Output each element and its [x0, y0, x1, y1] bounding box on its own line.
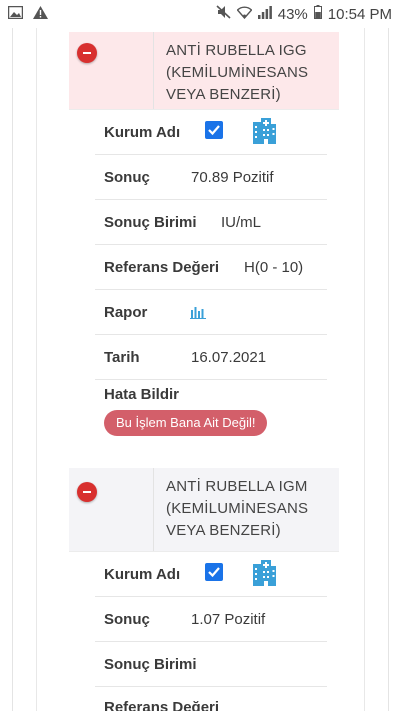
row-kurum: Kurum Adı — [95, 552, 327, 597]
status-bar: 43% 10:54 PM — [0, 0, 400, 28]
result-card: ANTİ RUBELLA IGG (KEMİLUMİNESANS VEYA BE… — [69, 32, 339, 454]
tarih-value: 16.07.2021 — [191, 349, 267, 366]
row-referans: Referans Değeri H(0 - 10) — [95, 245, 327, 290]
divider — [388, 28, 389, 711]
divider — [12, 28, 13, 711]
signal-icon — [257, 5, 272, 23]
referans-value: H(0 - 10) — [244, 259, 304, 276]
test-name: ANTİ RUBELLA IGM (KEMİLUMİNESANS VEYA BE… — [166, 478, 309, 539]
row-sonuc: Sonuç 70.89 Pozitif — [95, 155, 327, 200]
hata-bildir-label: Hata Bildir — [104, 386, 180, 403]
sonuc-birimi-value: IU/mL — [221, 214, 262, 231]
divider — [36, 28, 37, 711]
kurum-label: Kurum Adı — [104, 124, 181, 141]
row-referans: Referans Değeri — [95, 687, 327, 711]
result-card-header[interactable]: ANTİ RUBELLA IGG (KEMİLUMİNESANS VEYA BE… — [69, 32, 339, 110]
row-kurum: Kurum Adı — [95, 110, 327, 155]
mute-icon — [216, 5, 231, 23]
collapse-remove-button[interactable] — [77, 43, 97, 63]
result-card-header[interactable]: ANTİ RUBELLA IGM (KEMİLUMİNESANS VEYA BE… — [69, 468, 339, 552]
report-chart-icon[interactable] — [190, 306, 206, 324]
divider — [364, 28, 365, 711]
sonuc-label: Sonuç — [104, 611, 150, 628]
row-sonuc-birimi: Sonuç Birimi IU/mL — [95, 200, 327, 245]
wifi-icon — [236, 5, 253, 23]
test-name: ANTİ RUBELLA IGG (KEMİLUMİNESANS VEYA BE… — [166, 42, 309, 103]
rapor-label: Rapor — [104, 304, 148, 321]
collapse-remove-button[interactable] — [77, 482, 97, 502]
sonuc-value: 70.89 Pozitif — [191, 169, 274, 186]
result-card: ANTİ RUBELLA IGM (KEMİLUMİNESANS VEYA BE… — [69, 468, 339, 711]
hospital-building-icon[interactable] — [249, 558, 279, 593]
sonuc-birimi-label: Sonuç Birimi — [104, 214, 197, 231]
not-my-record-button[interactable]: Bu İşlem Bana Ait Değil! — [104, 410, 268, 436]
row-tarih: Tarih 16.07.2021 — [95, 335, 327, 380]
tarih-label: Tarih — [104, 349, 140, 366]
row-rapor: Rapor — [95, 290, 327, 335]
sonuc-value: 1.07 Pozitif — [191, 611, 266, 628]
warning-icon — [33, 5, 48, 23]
sonuc-birimi-label: Sonuç Birimi — [104, 656, 197, 673]
results-page: ANTİ RUBELLA IGG (KEMİLUMİNESANS VEYA BE… — [0, 28, 400, 711]
clock: 10:54 PM — [327, 5, 392, 23]
row-sonuc: Sonuç 1.07 Pozitif — [95, 597, 327, 642]
kurum-checkbox[interactable] — [205, 121, 223, 139]
referans-label: Referans Değeri — [104, 259, 220, 276]
row-sonuc-birimi: Sonuç Birimi — [95, 642, 327, 687]
sonuc-label: Sonuç — [104, 169, 150, 186]
error-report-section: Hata Bildir Bu İşlem Bana Ait Değil! — [95, 380, 339, 454]
kurum-label: Kurum Adı — [104, 566, 181, 583]
battery-percent: 43% — [277, 5, 308, 23]
image-notification-icon — [7, 5, 24, 23]
kurum-checkbox[interactable] — [205, 563, 223, 581]
referans-label: Referans Değeri — [104, 699, 220, 711]
battery-icon — [313, 5, 322, 23]
hospital-building-icon[interactable] — [249, 116, 279, 151]
